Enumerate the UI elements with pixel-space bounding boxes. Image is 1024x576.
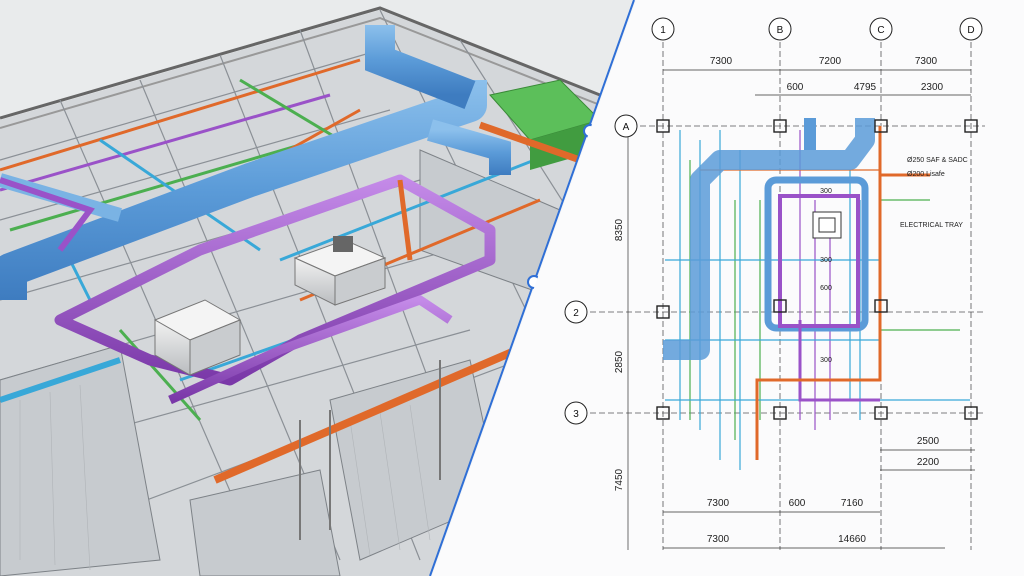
dim-left-3: 7450 <box>614 468 625 491</box>
dim-right-1: 2500 <box>917 436 940 447</box>
grid-label-row-a: A <box>623 122 630 133</box>
grid-label-col-b: B <box>777 25 784 36</box>
floor-plan-2d: 1 B C D A 2 3 7300 7200 7300 600 4795 23… <box>432 0 1024 576</box>
dim-top-6: 2300 <box>921 82 944 93</box>
dim-top-2: 7200 <box>819 56 842 67</box>
grid-label-col-1: 1 <box>660 25 666 36</box>
grid-label-col-d: D <box>967 25 974 36</box>
dim-inner-3: 600 <box>820 285 832 292</box>
grid-label-col-c: C <box>877 25 884 36</box>
dim-bottom-5: 14660 <box>838 534 866 545</box>
note-saf-sadc: Ø250 SAF & SADC <box>907 157 968 164</box>
dim-top-5: 4795 <box>854 82 877 93</box>
dim-inner-4: 300 <box>820 357 832 364</box>
dim-right-2: 2200 <box>917 457 940 468</box>
dim-top-1: 7300 <box>710 56 733 67</box>
grid-label-row-2: 2 <box>573 308 579 319</box>
bim-comparison-view: 1 B C D A 2 3 7300 7200 7300 600 4795 23… <box>0 0 1024 576</box>
dim-left-2: 2850 <box>614 350 625 373</box>
note-electrical-tray: ELECTRICAL TRAY <box>900 222 963 229</box>
dim-bottom-1: 7300 <box>707 498 730 509</box>
dim-top-3: 7300 <box>915 56 938 67</box>
dim-inner-2: 300 <box>820 257 832 264</box>
dim-left-1: 8350 <box>614 218 625 241</box>
dim-bottom-4: 7300 <box>707 534 730 545</box>
dim-bottom-3: 7160 <box>841 498 864 509</box>
dim-bottom-2: 600 <box>789 498 806 509</box>
dim-top-4: 600 <box>787 82 804 93</box>
dim-inner-1: 300 <box>820 188 832 195</box>
note-lisafe: Ø200 Lisafe <box>907 171 945 178</box>
grid-label-row-3: 3 <box>573 409 579 420</box>
